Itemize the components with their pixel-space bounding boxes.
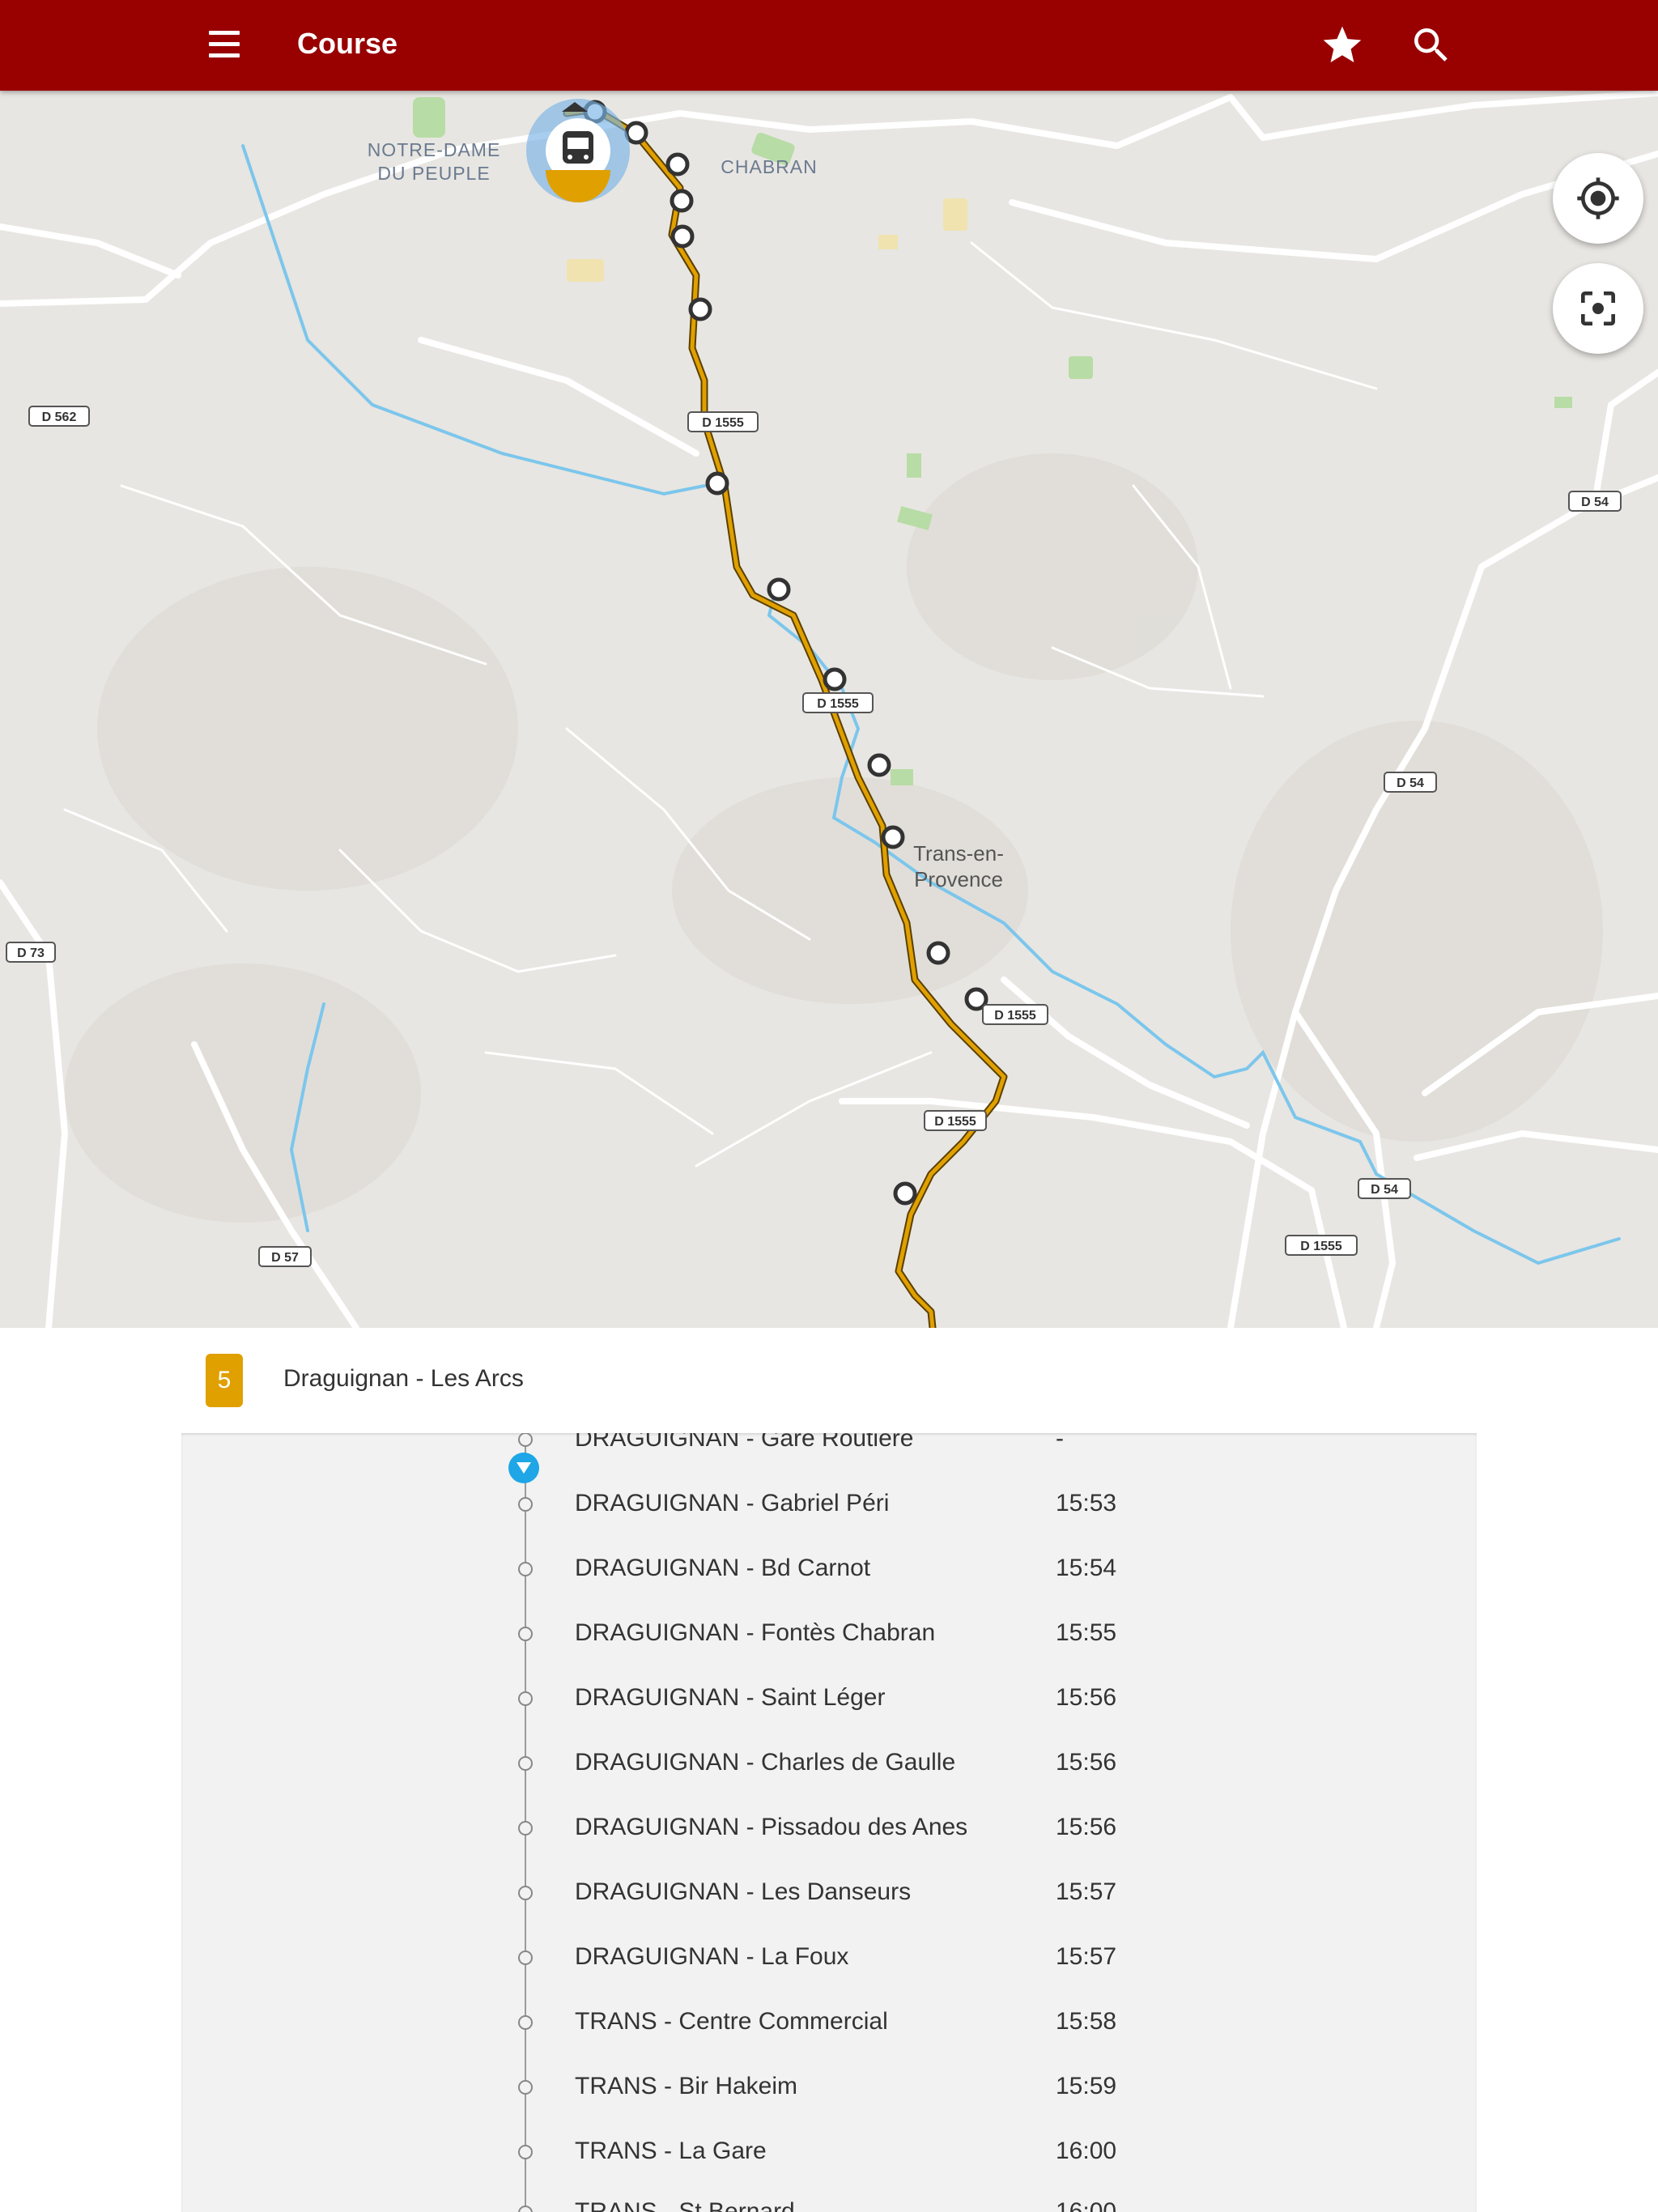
center-route-button[interactable] xyxy=(1553,263,1643,354)
map-stop-marker[interactable] xyxy=(670,224,695,249)
list-item[interactable]: DRAGUIGNAN - Fontès Chabran 15:55 xyxy=(181,1602,1444,1666)
stop-time: 16:00 xyxy=(1056,2138,1117,2164)
stop-name: DRAGUIGNAN - Gare Routière xyxy=(575,1431,914,1452)
stop-time: 15:58 xyxy=(1056,2008,1117,2035)
route-header[interactable]: 5 Draguignan - Les Arcs xyxy=(0,1328,1658,1433)
stop-time: 15:55 xyxy=(1056,1619,1117,1646)
road-label: D 1555 xyxy=(994,1009,1036,1023)
stop-time: 15:57 xyxy=(1056,1878,1117,1905)
search-icon[interactable] xyxy=(1409,23,1454,68)
map-label-town: Trans-en- xyxy=(913,841,1004,866)
stop-dot xyxy=(518,1432,533,1447)
road-label: D 57 xyxy=(271,1251,299,1265)
stop-time: 15:57 xyxy=(1056,1943,1117,1970)
stop-name: DRAGUIGNAN - Saint Léger xyxy=(575,1684,886,1711)
list-item[interactable]: TRANS - Bir Hakeim 15:59 xyxy=(181,2055,1444,2120)
stop-dot xyxy=(518,2145,533,2159)
stop-name: TRANS - La Gare xyxy=(575,2138,767,2164)
stop-time: 15:54 xyxy=(1056,1555,1117,1581)
list-item[interactable]: DRAGUIGNAN - Les Danseurs 15:57 xyxy=(181,1861,1444,1925)
map-canvas[interactable]: NOTRE-DAME DU PEUPLE CHABRAN Trans-en- P… xyxy=(0,91,1658,1328)
list-item[interactable]: TRANS - La Gare 16:00 xyxy=(181,2120,1444,2184)
list-item[interactable]: DRAGUIGNAN - Gare Routière - xyxy=(181,1431,1444,1472)
road-label: D 1555 xyxy=(702,416,744,430)
stop-list[interactable]: DRAGUIGNAN - Gare Routière - DRAGUIGNAN … xyxy=(181,1431,1477,2212)
stop-name: DRAGUIGNAN - Pissadou des Anes xyxy=(575,1814,968,1840)
stop-time: 15:53 xyxy=(1056,1490,1117,1516)
route-line xyxy=(563,105,1008,1328)
map-label-district: CHABRAN xyxy=(721,156,817,177)
map-stop-marker[interactable] xyxy=(823,667,847,691)
map-label-district: NOTRE-DAME xyxy=(368,139,501,160)
map-label-town: Provence xyxy=(914,867,1003,891)
map-stop-marker[interactable] xyxy=(881,825,905,849)
map-view[interactable]: NOTRE-DAME DU PEUPLE CHABRAN Trans-en- P… xyxy=(0,91,1658,1328)
list-item[interactable]: DRAGUIGNAN - Bd Carnot 15:54 xyxy=(181,1537,1444,1602)
stop-name: DRAGUIGNAN - Fontès Chabran xyxy=(575,1619,936,1646)
page-title: Course xyxy=(297,27,398,60)
road-label: D 54 xyxy=(1397,776,1424,790)
stop-name: DRAGUIGNAN - Bd Carnot xyxy=(575,1555,871,1581)
my-location-icon xyxy=(1577,177,1619,219)
map-stop-marker[interactable] xyxy=(926,941,950,965)
stop-name: DRAGUIGNAN - Gabriel Péri xyxy=(575,1490,890,1516)
stop-time: 15:56 xyxy=(1056,1749,1117,1776)
list-item[interactable]: TRANS - St Bernard 16:00 xyxy=(181,2180,1444,2212)
menu-icon[interactable] xyxy=(202,24,248,66)
list-item[interactable]: DRAGUIGNAN - Charles de Gaulle 15:56 xyxy=(181,1731,1444,1796)
stop-dot xyxy=(518,1562,533,1576)
list-item[interactable]: DRAGUIGNAN - Saint Léger 15:56 xyxy=(181,1666,1444,1731)
park xyxy=(413,97,445,138)
map-stop-marker[interactable] xyxy=(688,297,712,321)
stop-dot xyxy=(518,1886,533,1900)
route-name: Draguignan - Les Arcs xyxy=(283,1365,524,1392)
stop-dot xyxy=(518,2206,533,2212)
stop-dot xyxy=(518,2015,533,2030)
map-stop-marker[interactable] xyxy=(867,753,891,777)
stop-name: TRANS - Centre Commercial xyxy=(575,2008,888,2035)
stop-dot xyxy=(518,1821,533,1836)
app-bar: Course xyxy=(0,0,1658,91)
road-label: D 54 xyxy=(1371,1183,1398,1197)
road-label: D 54 xyxy=(1581,496,1609,509)
stop-dot xyxy=(518,1691,533,1706)
map-stop-marker[interactable] xyxy=(767,577,791,602)
map-stop-marker[interactable] xyxy=(893,1181,917,1206)
road-label: D 1555 xyxy=(1300,1240,1342,1253)
stop-name: TRANS - Bir Hakeim xyxy=(575,2073,798,2099)
route-number-badge: 5 xyxy=(206,1354,243,1407)
map-stop-marker[interactable] xyxy=(665,152,690,177)
road-label: D 1555 xyxy=(817,697,859,711)
stop-time: 15:56 xyxy=(1056,1814,1117,1840)
my-location-button[interactable] xyxy=(1553,153,1643,244)
center-focus-icon xyxy=(1581,291,1615,325)
map-stop-marker[interactable] xyxy=(705,471,729,496)
stop-dot xyxy=(518,1627,533,1641)
list-item[interactable]: DRAGUIGNAN - Pissadou des Anes 15:56 xyxy=(181,1796,1444,1861)
list-item[interactable]: DRAGUIGNAN - La Foux 15:57 xyxy=(181,1925,1444,1990)
bus-icon[interactable] xyxy=(526,99,630,202)
stop-time: 15:56 xyxy=(1056,1684,1117,1711)
star-icon[interactable] xyxy=(1320,23,1365,68)
stop-name: DRAGUIGNAN - Les Danseurs xyxy=(575,1878,912,1905)
stop-name: DRAGUIGNAN - Charles de Gaulle xyxy=(575,1749,956,1776)
list-item[interactable]: DRAGUIGNAN - Gabriel Péri 15:53 xyxy=(181,1472,1444,1537)
map-stop-marker[interactable] xyxy=(624,121,648,145)
stop-name: TRANS - St Bernard xyxy=(575,2198,795,2212)
stop-time: - xyxy=(1056,1431,1064,1452)
road-label: D 562 xyxy=(42,410,77,424)
stop-dot xyxy=(518,1756,533,1771)
stop-dot xyxy=(518,2080,533,2095)
road-label: D 1555 xyxy=(934,1115,976,1129)
road-label: D 73 xyxy=(17,946,45,960)
map-stop-marker[interactable] xyxy=(670,189,694,213)
map-label-district: DU PEUPLE xyxy=(377,163,490,184)
stop-dot xyxy=(518,1497,533,1512)
stop-time: 16:00 xyxy=(1056,2198,1117,2212)
stop-dot xyxy=(518,1950,533,1965)
stop-name: DRAGUIGNAN - La Foux xyxy=(575,1943,849,1970)
stop-time: 15:59 xyxy=(1056,2073,1117,2099)
list-item[interactable]: TRANS - Centre Commercial 15:58 xyxy=(181,1990,1444,2055)
